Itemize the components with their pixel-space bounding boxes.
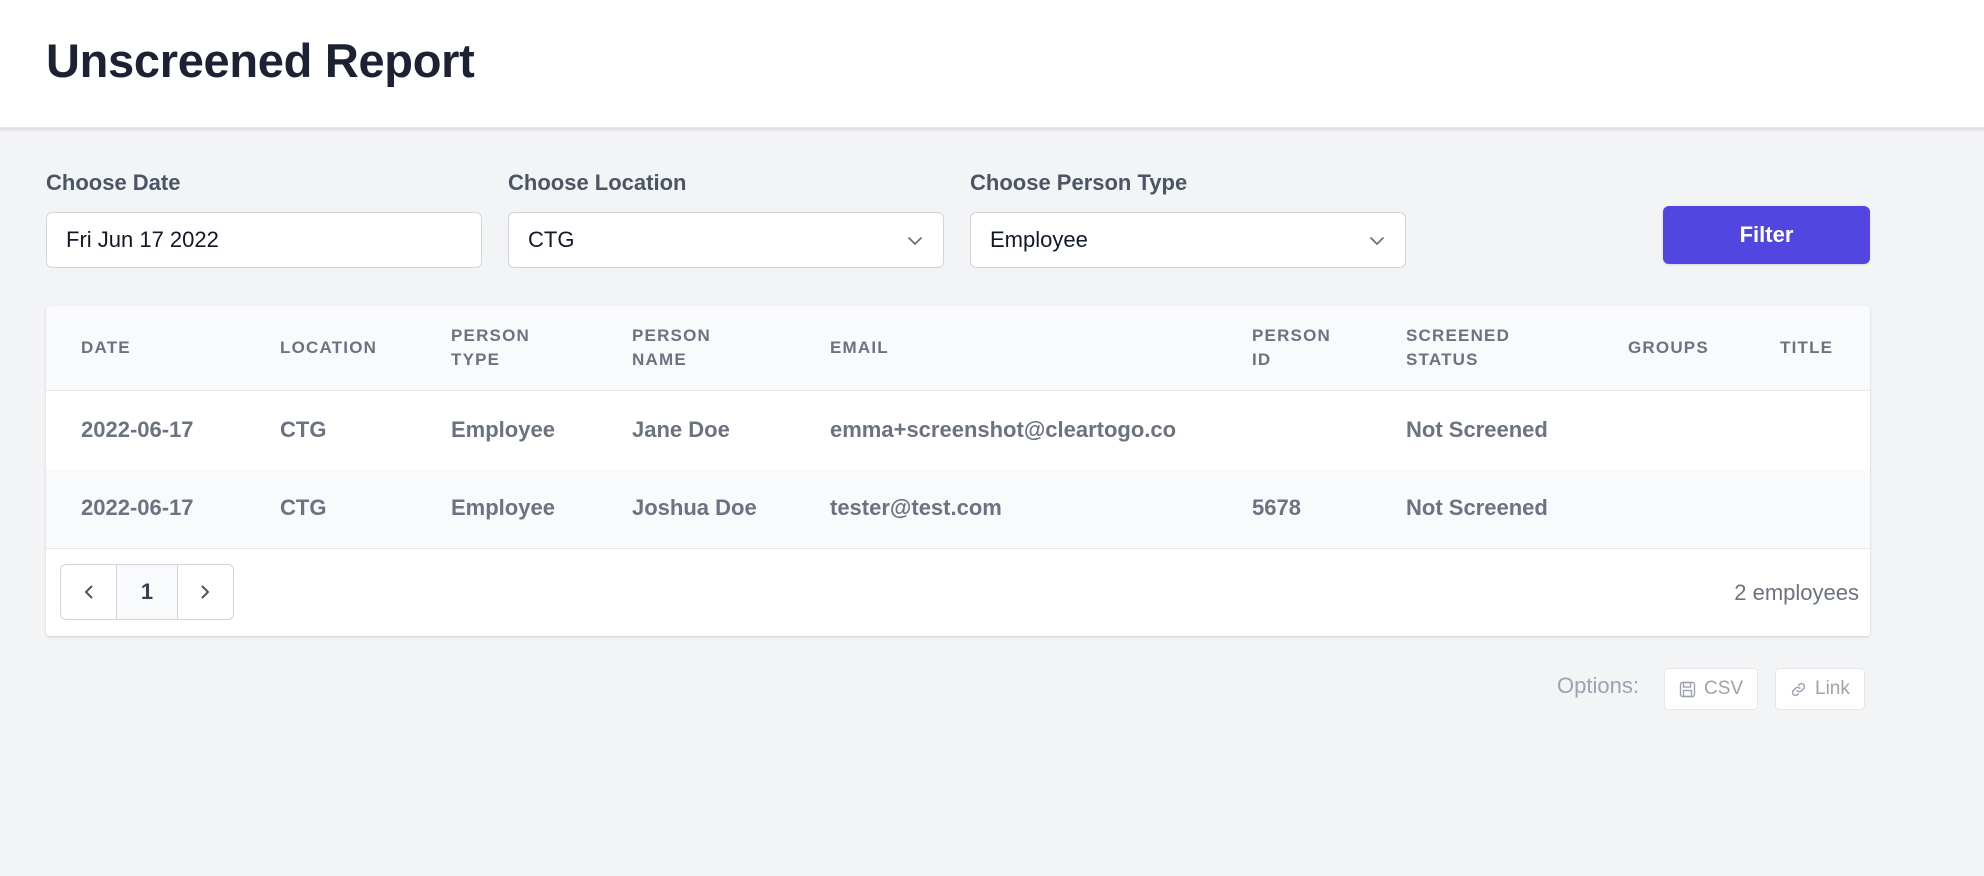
report-table: DATE LOCATION PERSON TYPE PERSON NAME EMAI… (46, 306, 1870, 636)
cell-screened-status: Not Screened (1406, 417, 1548, 442)
person-type-label: Choose Person Type (970, 170, 1188, 195)
options-label: Options: (1557, 673, 1639, 698)
cell-person-type: Employee (451, 417, 555, 442)
cell-person-id: 5678 (1252, 495, 1301, 520)
person-type-value: Employee (990, 227, 1088, 252)
table-row: 2022-06-17 CTG Employee Joshua Doe teste… (46, 469, 1870, 547)
chevron-down-icon (1367, 231, 1387, 251)
date-input[interactable]: Fri Jun 17 2022 (46, 212, 482, 268)
col-location[interactable]: LOCATION (280, 306, 377, 390)
chevron-down-icon (905, 231, 925, 251)
cell-email: emma+screenshot@cleartogo.co (830, 417, 1177, 442)
col-title[interactable]: TITLE (1780, 306, 1833, 390)
pagination: 1 (60, 564, 234, 620)
col-date[interactable]: DATE (81, 306, 131, 390)
person-type-select[interactable]: Employee (970, 212, 1406, 268)
link-icon (1790, 681, 1807, 698)
table-header: DATE LOCATION PERSON TYPE PERSON NAME EMAI… (46, 306, 1870, 391)
link-button[interactable]: Link (1775, 668, 1865, 710)
table-footer: 1 2 employees (46, 548, 1870, 636)
link-label: Link (1815, 678, 1850, 699)
page-header: Unscreened Report (0, 0, 1984, 128)
csv-button[interactable]: CSV (1664, 668, 1759, 710)
cell-date: 2022-06-17 (81, 495, 194, 520)
cell-location: CTG (280, 417, 327, 442)
location-label: Choose Location (508, 170, 687, 195)
location-value: CTG (528, 227, 575, 252)
col-person-id[interactable]: PERSON ID (1252, 306, 1331, 390)
cell-email: tester@test.com (830, 495, 1002, 520)
chevron-left-icon (80, 583, 98, 601)
col-email[interactable]: EMAIL (830, 306, 889, 390)
page-1-button[interactable]: 1 (117, 565, 178, 619)
table-row: 2022-06-17 CTG Employee Jane Doe emma+sc… (46, 391, 1870, 469)
cell-person-type: Employee (451, 495, 555, 520)
col-person-name[interactable]: PERSON NAME (632, 306, 711, 390)
csv-label: CSV (1704, 678, 1744, 699)
location-select[interactable]: CTG (508, 212, 944, 268)
cell-screened-status: Not Screened (1406, 495, 1548, 520)
employee-count: 2 employees (1734, 580, 1859, 605)
col-groups[interactable]: GROUPS (1628, 306, 1709, 390)
chevron-right-icon (196, 583, 214, 601)
page-title: Unscreened Report (46, 34, 475, 87)
date-value: Fri Jun 17 2022 (66, 227, 219, 252)
col-person-type[interactable]: PERSON TYPE (451, 306, 530, 390)
cell-person-name: Jane Doe (632, 417, 730, 442)
cell-date: 2022-06-17 (81, 417, 194, 442)
prev-page-button[interactable] (61, 565, 118, 619)
save-icon (1679, 681, 1696, 698)
cell-person-name: Joshua Doe (632, 495, 757, 520)
filter-button[interactable]: Filter (1663, 206, 1870, 264)
next-page-button[interactable] (178, 565, 233, 619)
cell-location: CTG (280, 495, 327, 520)
col-screened-status[interactable]: SCREENED STATUS (1406, 306, 1510, 390)
date-label: Choose Date (46, 170, 181, 195)
